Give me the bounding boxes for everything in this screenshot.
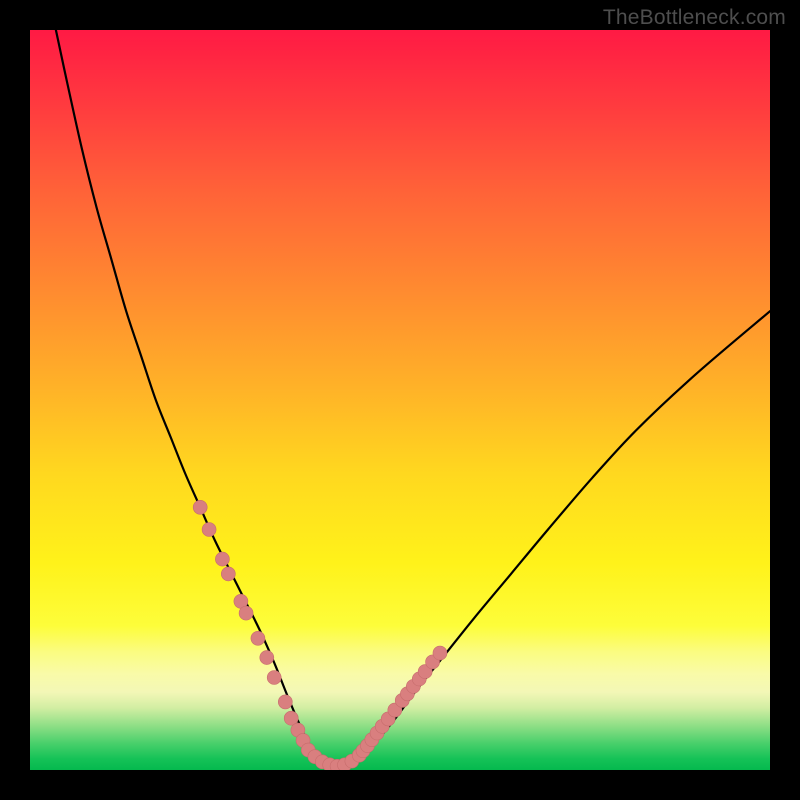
marker-dot [251,631,265,645]
plot-area [30,30,770,770]
marker-dot [221,567,235,581]
marker-dot [278,695,292,709]
marker-dot [267,671,281,685]
watermark-text: TheBottleneck.com [603,6,786,30]
marker-dot [193,500,207,514]
gradient-background [30,30,770,770]
marker-dot [433,646,447,660]
chart-frame: TheBottleneck.com [0,0,800,800]
marker-dot [202,523,216,537]
marker-dot [260,651,274,665]
chart-svg [30,30,770,770]
marker-dot [239,606,253,620]
marker-dot [215,552,229,566]
